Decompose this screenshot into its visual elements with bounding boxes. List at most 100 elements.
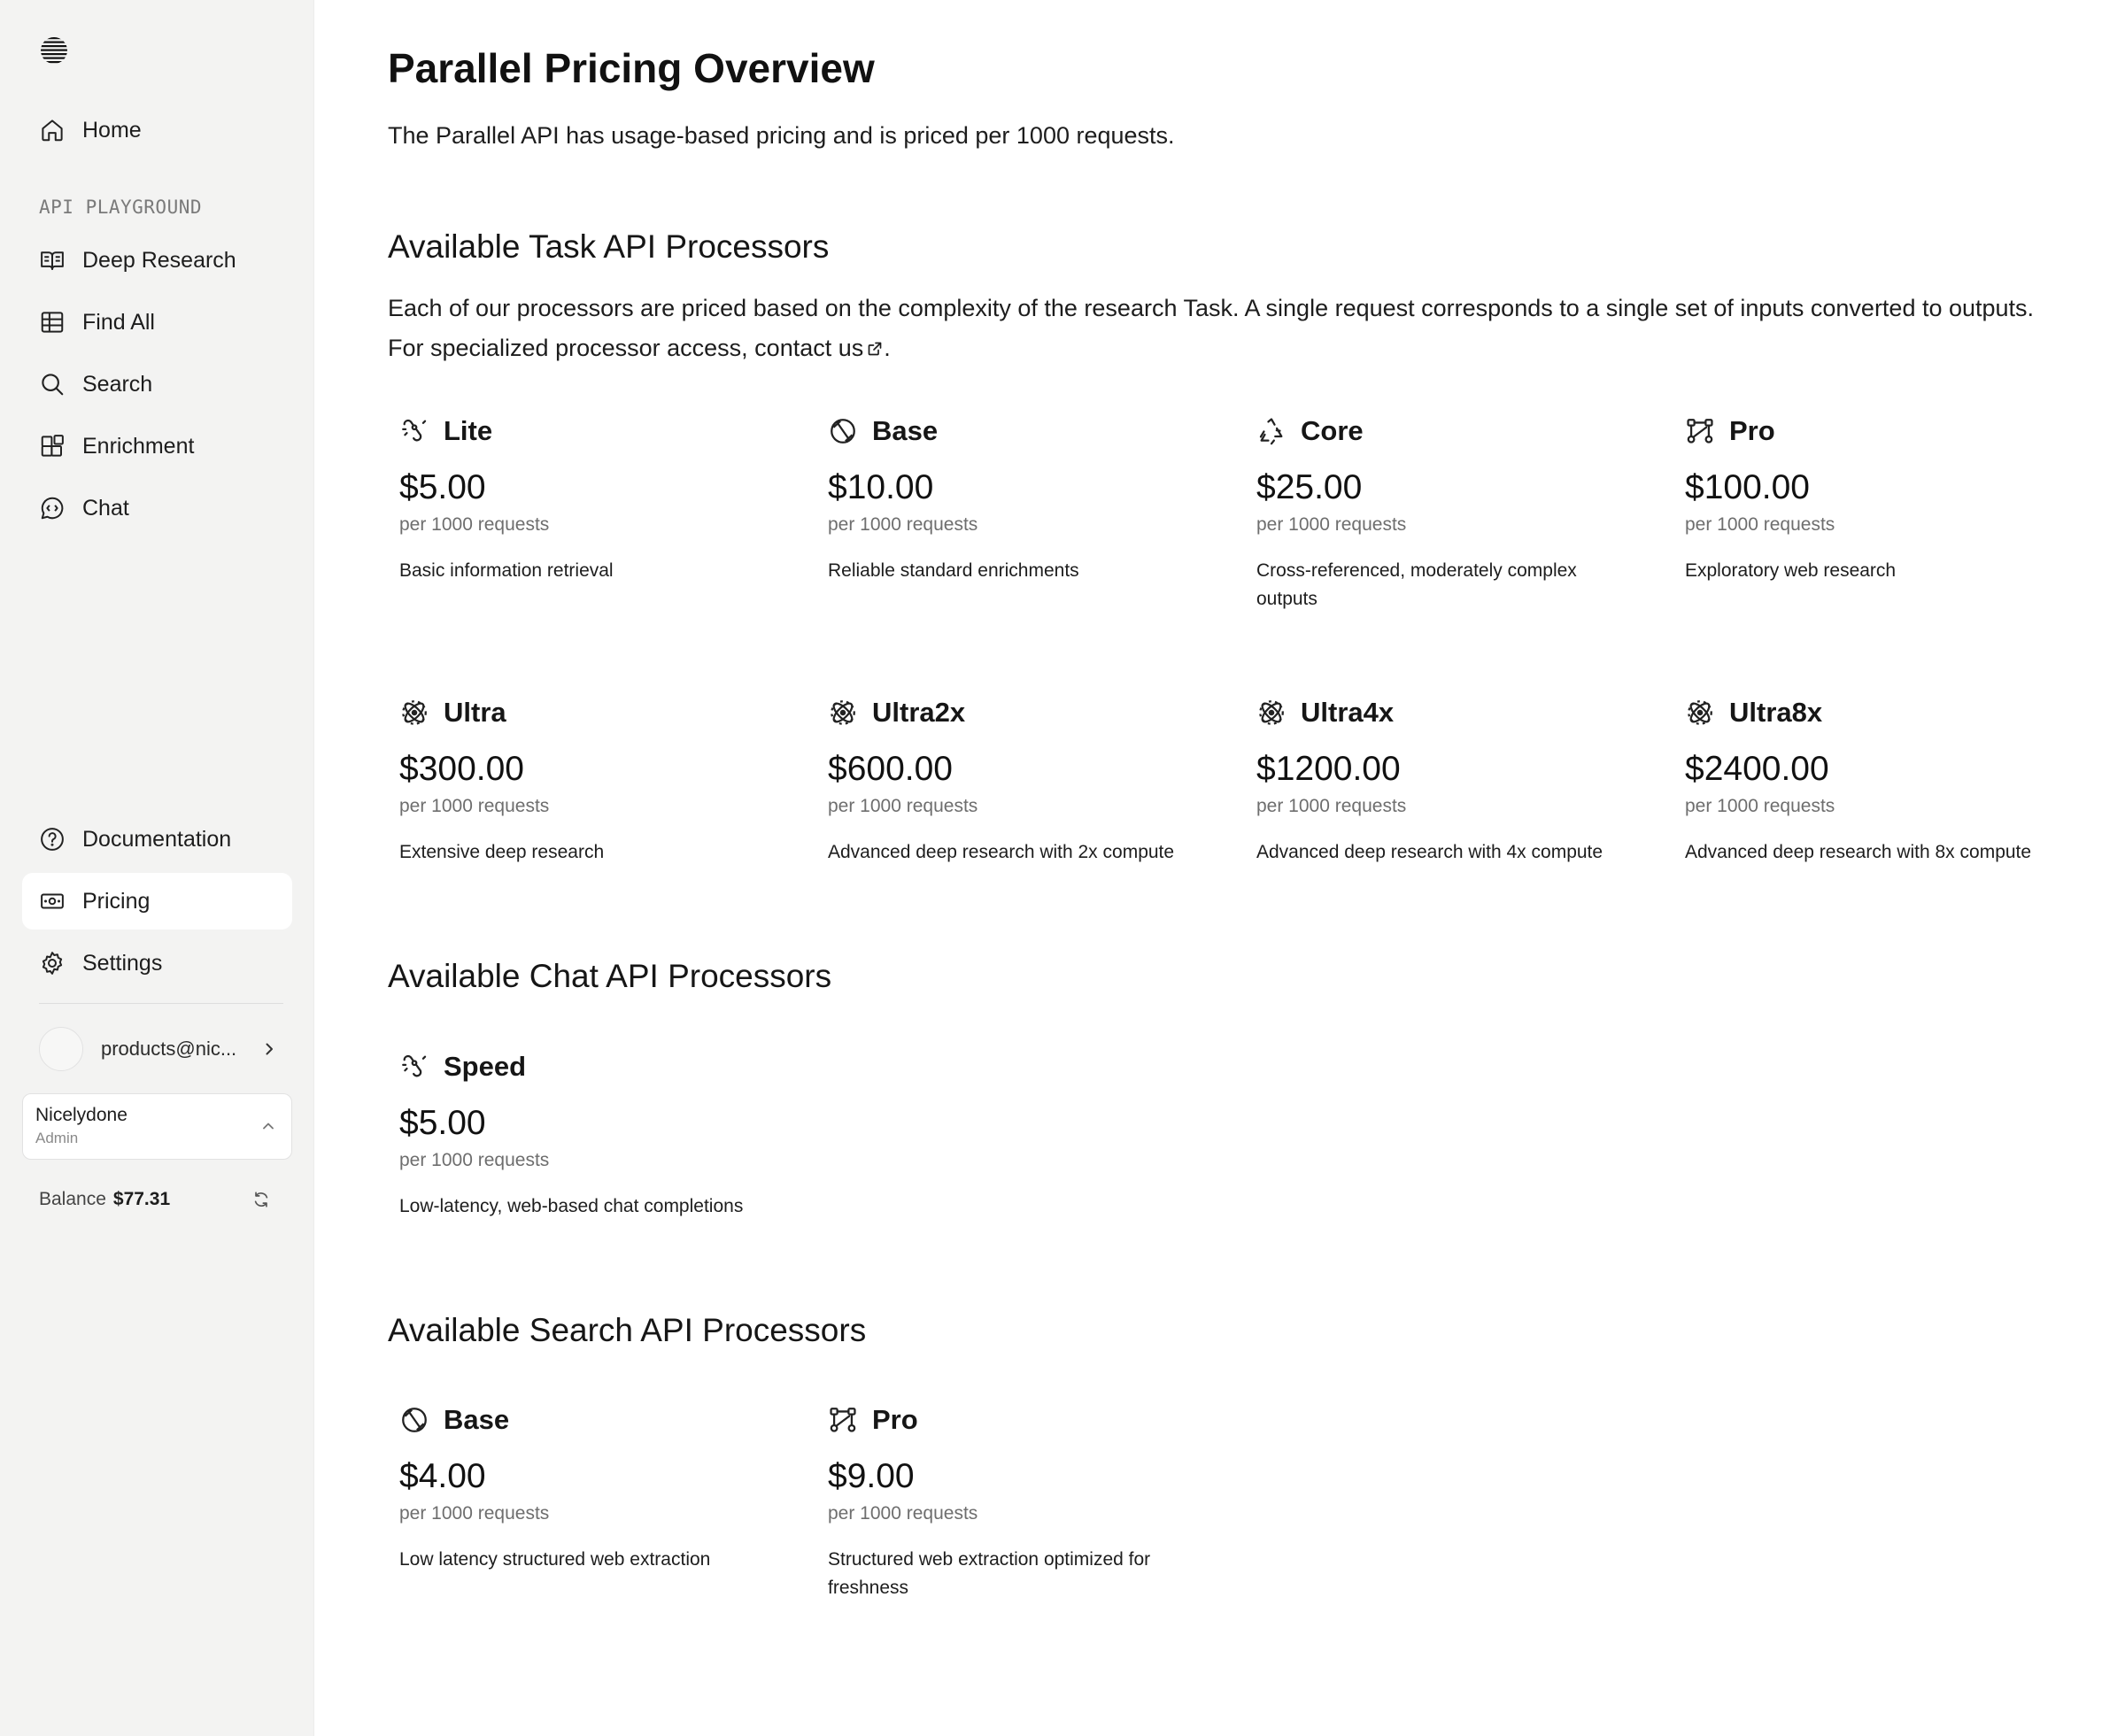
balance-label: Balance	[39, 1189, 106, 1209]
user-email: products@nic...	[101, 1038, 237, 1060]
home-icon	[39, 117, 66, 143]
processor-card-core: Core $25.00 per 1000 requests Cross-refe…	[1256, 413, 1628, 613]
sidebar-item-chat[interactable]: Chat	[22, 480, 292, 536]
processor-price-unit: per 1000 requests	[1685, 514, 1835, 535]
processor-card-header: Pro	[1685, 413, 2057, 449]
sidebar-item-documentation[interactable]: Documentation	[22, 811, 292, 868]
sidebar: Home API PLAYGROUND Deep Research Find A…	[0, 0, 314, 1736]
processor-card-header: Pro	[828, 1402, 1200, 1438]
refresh-icon[interactable]	[251, 1190, 271, 1209]
processor-price: $25.00	[1256, 468, 1363, 506]
link-loop-icon	[399, 416, 429, 446]
processor-price-unit: per 1000 requests	[1256, 514, 1407, 535]
processor-card-header: Lite	[399, 413, 771, 449]
processor-price-unit: per 1000 requests	[399, 1503, 550, 1524]
processor-price-unit: per 1000 requests	[1685, 796, 1835, 816]
processor-card-speed: Speed $5.00 per 1000 requests Low-latenc…	[399, 1049, 771, 1221]
processor-description: Basic information retrieval	[399, 560, 614, 581]
task-section-description: Each of our processors are priced based …	[388, 289, 2079, 368]
grid-icon	[39, 309, 66, 336]
user-menu[interactable]: products@nic...	[39, 1027, 278, 1071]
section-label-api-playground: API PLAYGROUND	[39, 197, 203, 218]
search-icon	[39, 371, 66, 397]
processor-description: Reliable standard enrichments	[828, 560, 1079, 581]
page-subtitle: The Parallel API has usage-based pricing…	[388, 122, 1175, 149]
processor-price-unit: per 1000 requests	[828, 1503, 978, 1524]
processor-description: Advanced deep research with 8x compute	[1685, 842, 2032, 862]
processor-card-ultra2x: Ultra2x $600.00 per 1000 requests Advanc…	[828, 695, 1200, 867]
processor-card-ultra: Ultra $300.00 per 1000 requests Extensiv…	[399, 695, 771, 867]
sidebar-item-label: Chat	[82, 495, 129, 521]
parallel-logo-icon[interactable]	[39, 35, 69, 66]
chat-icon	[39, 495, 66, 521]
route-icon	[1685, 416, 1715, 446]
book-open-icon	[39, 247, 66, 274]
processor-price-unit: per 1000 requests	[1256, 796, 1407, 816]
processor-description: Advanced deep research with 4x compute	[1256, 842, 1603, 862]
route-icon	[828, 1405, 858, 1435]
processor-card-lite: Lite $5.00 per 1000 requests Basic infor…	[399, 413, 771, 585]
balance-amount: $77.31	[112, 1189, 171, 1209]
recycle-icon	[1256, 416, 1287, 446]
task-description-text: Each of our processors are priced based …	[388, 295, 2035, 321]
processor-card-header: Ultra2x	[828, 695, 1200, 730]
sidebar-item-label: Pricing	[82, 888, 151, 914]
processor-price: $5.00	[399, 468, 486, 506]
processor-price-unit: per 1000 requests	[399, 1150, 550, 1170]
processor-card-header: Ultra	[399, 695, 771, 730]
contact-us-link[interactable]: contact us	[754, 335, 863, 361]
processor-card-ultra4x: Ultra4x $1200.00 per 1000 requests Advan…	[1256, 695, 1628, 867]
avatar	[39, 1027, 83, 1071]
processor-name: Ultra4x	[1301, 697, 1395, 728]
processor-name: Pro	[1729, 415, 1775, 446]
processor-card-header: Speed	[399, 1049, 771, 1084]
sidebar-item-label: Home	[82, 117, 142, 143]
processor-price: $300.00	[399, 750, 524, 788]
processor-price-unit: per 1000 requests	[399, 796, 550, 816]
processor-price-unit: per 1000 requests	[828, 514, 978, 535]
contact-suffix: .	[884, 335, 891, 361]
task-section-title: Available Task API Processors	[388, 228, 830, 265]
sidebar-item-deep-research[interactable]: Deep Research	[22, 232, 292, 289]
processor-price: $4.00	[399, 1457, 486, 1495]
processor-card-pro: Pro $9.00 per 1000 requests Structured w…	[828, 1402, 1200, 1602]
processor-card-header: Ultra8x	[1685, 695, 2057, 730]
processor-price-unit: per 1000 requests	[828, 796, 978, 816]
processor-name: Base	[872, 415, 939, 446]
sidebar-item-label: Documentation	[82, 826, 232, 852]
processor-card-header: Ultra4x	[1256, 695, 1628, 730]
processor-name: Ultra	[444, 697, 506, 728]
chat-section-title: Available Chat API Processors	[388, 958, 832, 994]
sidebar-item-home[interactable]: Home	[22, 102, 292, 158]
processor-name: Lite	[444, 415, 493, 446]
balance: Balance $77.31	[39, 1186, 271, 1213]
sidebar-item-settings[interactable]: Settings	[22, 935, 292, 991]
external-link-icon	[868, 342, 882, 356]
sidebar-item-label: Find All	[82, 309, 155, 335]
slash-circle-icon	[828, 416, 858, 446]
sidebar-item-label: Settings	[82, 950, 163, 976]
processor-description: Low-latency, web-based chat completions	[399, 1196, 744, 1216]
processor-name: Speed	[444, 1051, 527, 1082]
processor-card-base: Base $10.00 per 1000 requests Reliable s…	[828, 413, 1200, 585]
sidebar-item-enrichment[interactable]: Enrichment	[22, 418, 292, 475]
sidebar-item-label: Deep Research	[82, 247, 236, 273]
slash-circle-icon	[399, 1405, 429, 1435]
sidebar-item-label: Enrichment	[82, 433, 195, 459]
processor-price: $2400.00	[1685, 750, 1829, 788]
org-role: Admin	[35, 1130, 79, 1146]
processor-price: $1200.00	[1256, 750, 1401, 788]
processor-description: Extensive deep research	[399, 842, 605, 862]
processor-card-base: Base $4.00 per 1000 requests Low latency…	[399, 1402, 771, 1574]
sidebar-item-label: Search	[82, 371, 153, 397]
chevron-up-icon	[263, 1123, 274, 1130]
sidebar-item-find-all[interactable]: Find All	[22, 294, 292, 351]
processor-description: Low latency structured web extraction	[399, 1549, 711, 1570]
processor-price-unit: per 1000 requests	[399, 514, 550, 535]
sidebar-item-search[interactable]: Search	[22, 356, 292, 413]
processor-card-header: Base	[828, 413, 1200, 449]
org-switcher[interactable]: Nicelydone Admin	[22, 1093, 292, 1160]
processor-price: $10.00	[828, 468, 934, 506]
processor-card-header: Core	[1256, 413, 1628, 449]
sidebar-item-pricing[interactable]: Pricing	[22, 873, 292, 930]
